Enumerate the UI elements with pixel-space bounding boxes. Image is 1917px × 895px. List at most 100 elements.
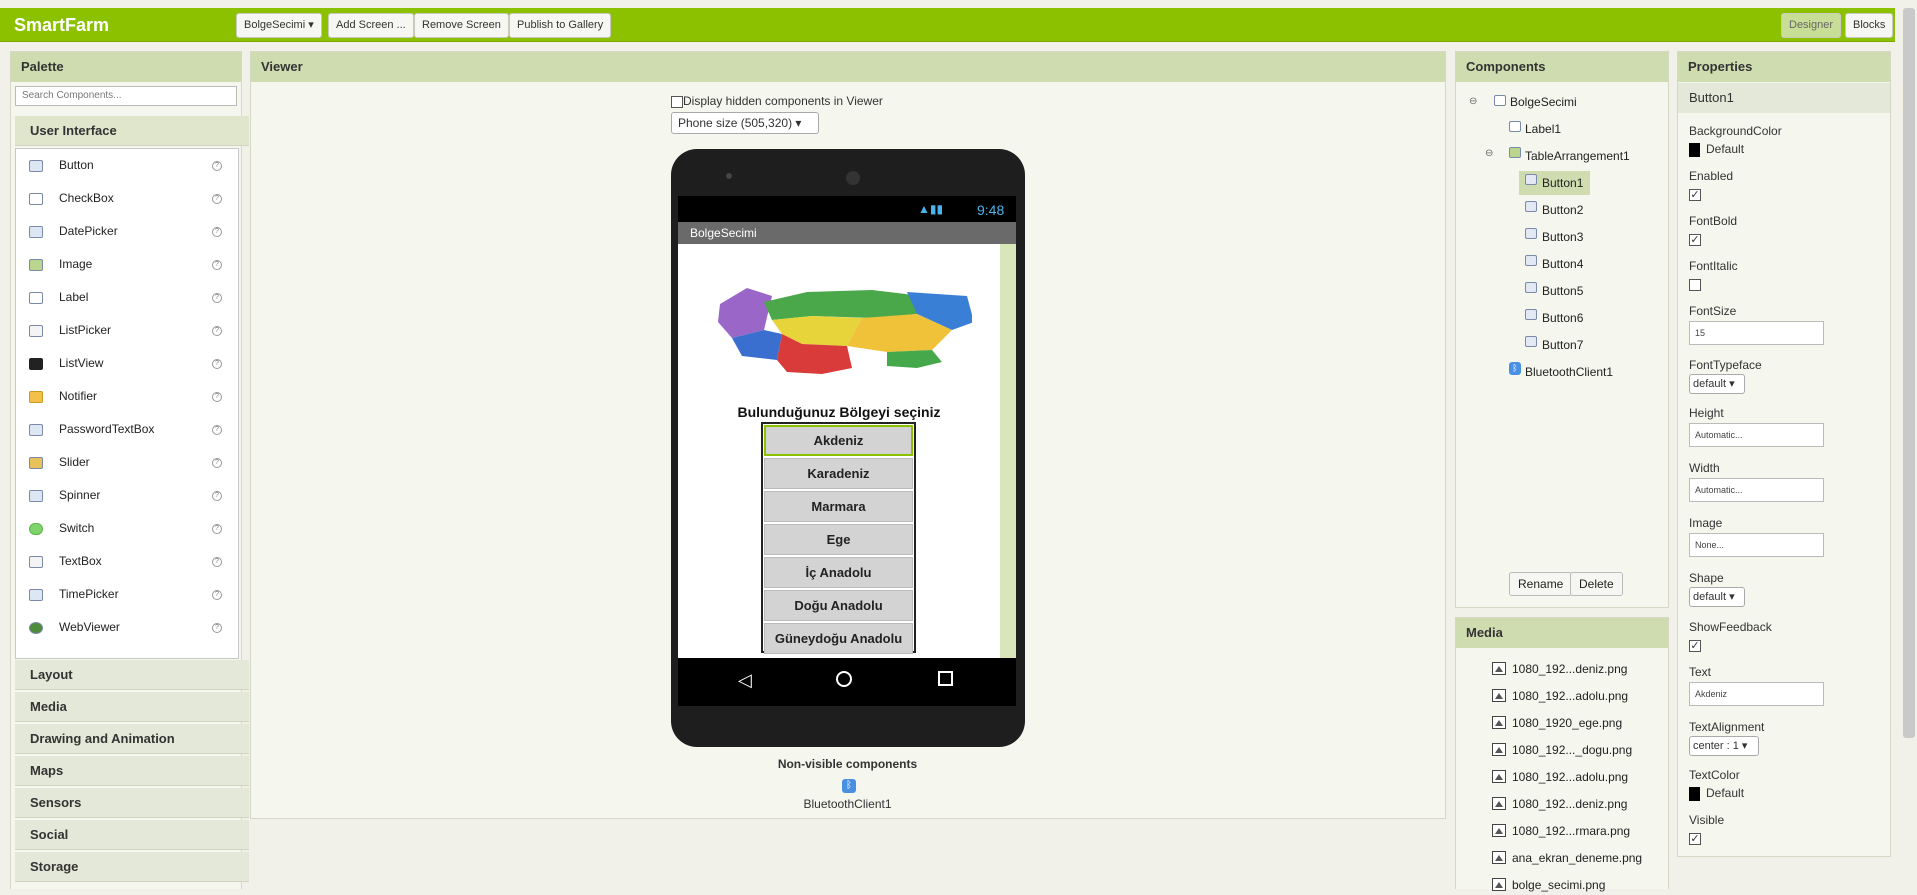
bluetooth-icon[interactable]: ᛒ <box>842 779 856 793</box>
category-social[interactable]: Social <box>15 820 249 850</box>
palette-item-checkbox[interactable]: CheckBox? <box>16 182 238 215</box>
tree-button-4[interactable]: Button4 <box>1542 254 1583 274</box>
delete-button[interactable]: Delete <box>1570 572 1623 596</box>
region-button-1[interactable]: Akdeniz <box>764 425 913 456</box>
tree-label[interactable]: Label1 <box>1525 119 1561 139</box>
palette-item-notifier[interactable]: Notifier? <box>16 380 238 413</box>
prop-height-input[interactable]: Automatic... <box>1689 423 1824 447</box>
hidden-checkbox[interactable] <box>671 95 683 108</box>
category-user-interface[interactable]: User Interface <box>15 116 249 146</box>
screen-select[interactable]: BolgeSecimi ▾ <box>236 13 322 38</box>
media-item[interactable]: 1080_192...adolu.png <box>1492 767 1628 787</box>
prop-fontsize-input[interactable]: 15 <box>1689 321 1824 345</box>
phone-size-select[interactable]: Phone size (505,320) ▾ <box>671 112 819 134</box>
help-icon[interactable]: ? <box>212 326 222 336</box>
remove-screen-button[interactable]: Remove Screen <box>414 13 509 38</box>
tree-button-7[interactable]: Button7 <box>1542 335 1583 355</box>
help-icon[interactable]: ? <box>212 359 222 369</box>
tree-button-6[interactable]: Button6 <box>1542 308 1583 328</box>
help-icon[interactable]: ? <box>212 590 222 600</box>
prop-visible-checkbox[interactable]: ✓ <box>1689 831 1701 845</box>
page-scrollbar[interactable] <box>1903 8 1915 738</box>
prop-fonttypeface-select[interactable]: default ▾ <box>1689 374 1745 394</box>
tree-bluetooth[interactable]: BluetoothClient1 <box>1525 362 1613 382</box>
tree-button-3[interactable]: Button3 <box>1542 227 1583 247</box>
help-icon[interactable]: ? <box>212 623 222 633</box>
collapse-icon[interactable]: ⊖ <box>1485 148 1493 159</box>
prop-background-color[interactable]: Default <box>1689 142 1744 157</box>
tree-button-1[interactable]: Button1 <box>1542 173 1583 193</box>
add-screen-button[interactable]: Add Screen ... <box>328 13 414 38</box>
prop-fontbold-checkbox[interactable]: ✓ <box>1689 232 1701 246</box>
help-icon[interactable]: ? <box>212 524 222 534</box>
category-media[interactable]: Media <box>15 692 249 722</box>
help-icon[interactable]: ? <box>212 293 222 303</box>
prop-fontitalic-checkbox[interactable] <box>1689 277 1701 291</box>
prop-showfeedback-checkbox[interactable]: ✓ <box>1689 638 1701 652</box>
tree-button-2[interactable]: Button2 <box>1542 200 1583 220</box>
screen-scrollbar[interactable] <box>1000 244 1016 658</box>
help-icon[interactable]: ? <box>212 260 222 270</box>
designer-button[interactable]: Designer <box>1781 13 1842 38</box>
palette-item-switch[interactable]: Switch? <box>16 512 238 545</box>
palette-item-textbox[interactable]: TextBox? <box>16 545 238 578</box>
search-input[interactable]: Search Components... <box>15 86 237 106</box>
help-icon[interactable]: ? <box>212 425 222 435</box>
nonvisible-item[interactable]: BluetoothClient1 <box>671 797 1024 811</box>
blocks-button[interactable]: Blocks <box>1845 13 1894 38</box>
tree-screen[interactable]: BolgeSecimi <box>1510 92 1577 112</box>
prop-text-input[interactable]: Akdeniz <box>1689 682 1824 706</box>
help-icon[interactable]: ? <box>212 161 222 171</box>
palette-item-passwordtextbox[interactable]: PasswordTextBox? <box>16 413 238 446</box>
region-button-4[interactable]: Ege <box>764 524 913 555</box>
help-icon[interactable]: ? <box>212 491 222 501</box>
region-button-7[interactable]: Güneydoğu Anadolu <box>764 623 913 654</box>
region-button-5[interactable]: İç Anadolu <box>764 557 913 588</box>
prop-shape-select[interactable]: default ▾ <box>1689 587 1745 607</box>
category-layout[interactable]: Layout <box>15 660 249 690</box>
palette-item-listpicker[interactable]: ListPicker? <box>16 314 238 347</box>
hidden-components-toggle[interactable]: Display hidden components in Viewer <box>671 94 883 108</box>
home-icon[interactable] <box>836 671 852 687</box>
palette-item-image[interactable]: Image? <box>16 248 238 281</box>
media-item[interactable]: 1080_1920_ege.png <box>1492 713 1622 733</box>
media-item[interactable]: 1080_192...adolu.png <box>1492 686 1628 706</box>
palette-item-slider[interactable]: Slider? <box>16 446 238 479</box>
media-item[interactable]: 1080_192...deniz.png <box>1492 794 1627 814</box>
help-icon[interactable]: ? <box>212 458 222 468</box>
prop-image-input[interactable]: None... <box>1689 533 1824 557</box>
palette-item-timepicker[interactable]: TimePicker? <box>16 578 238 611</box>
back-icon[interactable]: ◁ <box>738 670 752 691</box>
tree-button-5[interactable]: Button5 <box>1542 281 1583 301</box>
help-icon[interactable]: ? <box>212 392 222 402</box>
prop-textcolor[interactable]: Default <box>1689 786 1744 801</box>
region-button-2[interactable]: Karadeniz <box>764 458 913 489</box>
publish-button[interactable]: Publish to Gallery <box>509 13 612 38</box>
media-item[interactable]: bolge_secimi.png <box>1492 875 1605 895</box>
category-sensors[interactable]: Sensors <box>15 788 249 818</box>
palette-item-listview[interactable]: ListView? <box>16 347 238 380</box>
region-button-6[interactable]: Doğu Anadolu <box>764 590 913 621</box>
help-icon[interactable]: ? <box>212 227 222 237</box>
recents-icon[interactable] <box>938 671 953 686</box>
region-button-3[interactable]: Marmara <box>764 491 913 522</box>
media-item[interactable]: 1080_192...deniz.png <box>1492 659 1627 679</box>
turkey-map-image[interactable] <box>712 282 972 382</box>
tree-table[interactable]: TableArrangement1 <box>1525 146 1630 166</box>
media-item[interactable]: ana_ekran_deneme.png <box>1492 848 1642 868</box>
prop-textalign-select[interactable]: center : 1 ▾ <box>1689 736 1759 756</box>
media-item[interactable]: 1080_192..._dogu.png <box>1492 740 1632 760</box>
help-icon[interactable]: ? <box>212 194 222 204</box>
palette-item-webviewer[interactable]: WebViewer? <box>16 611 238 644</box>
category-maps[interactable]: Maps <box>15 756 249 786</box>
media-item[interactable]: 1080_192...rmara.png <box>1492 821 1630 841</box>
palette-item-datepicker[interactable]: DatePicker? <box>16 215 238 248</box>
rename-button[interactable]: Rename <box>1509 572 1573 596</box>
palette-item-spinner[interactable]: Spinner? <box>16 479 238 512</box>
palette-item-label[interactable]: Label? <box>16 281 238 314</box>
help-icon[interactable]: ? <box>212 557 222 567</box>
category-storage[interactable]: Storage <box>15 852 249 882</box>
palette-item-button[interactable]: Button? <box>16 149 238 182</box>
collapse-icon[interactable]: ⊖ <box>1469 96 1477 107</box>
category-drawing-animation[interactable]: Drawing and Animation <box>15 724 249 754</box>
